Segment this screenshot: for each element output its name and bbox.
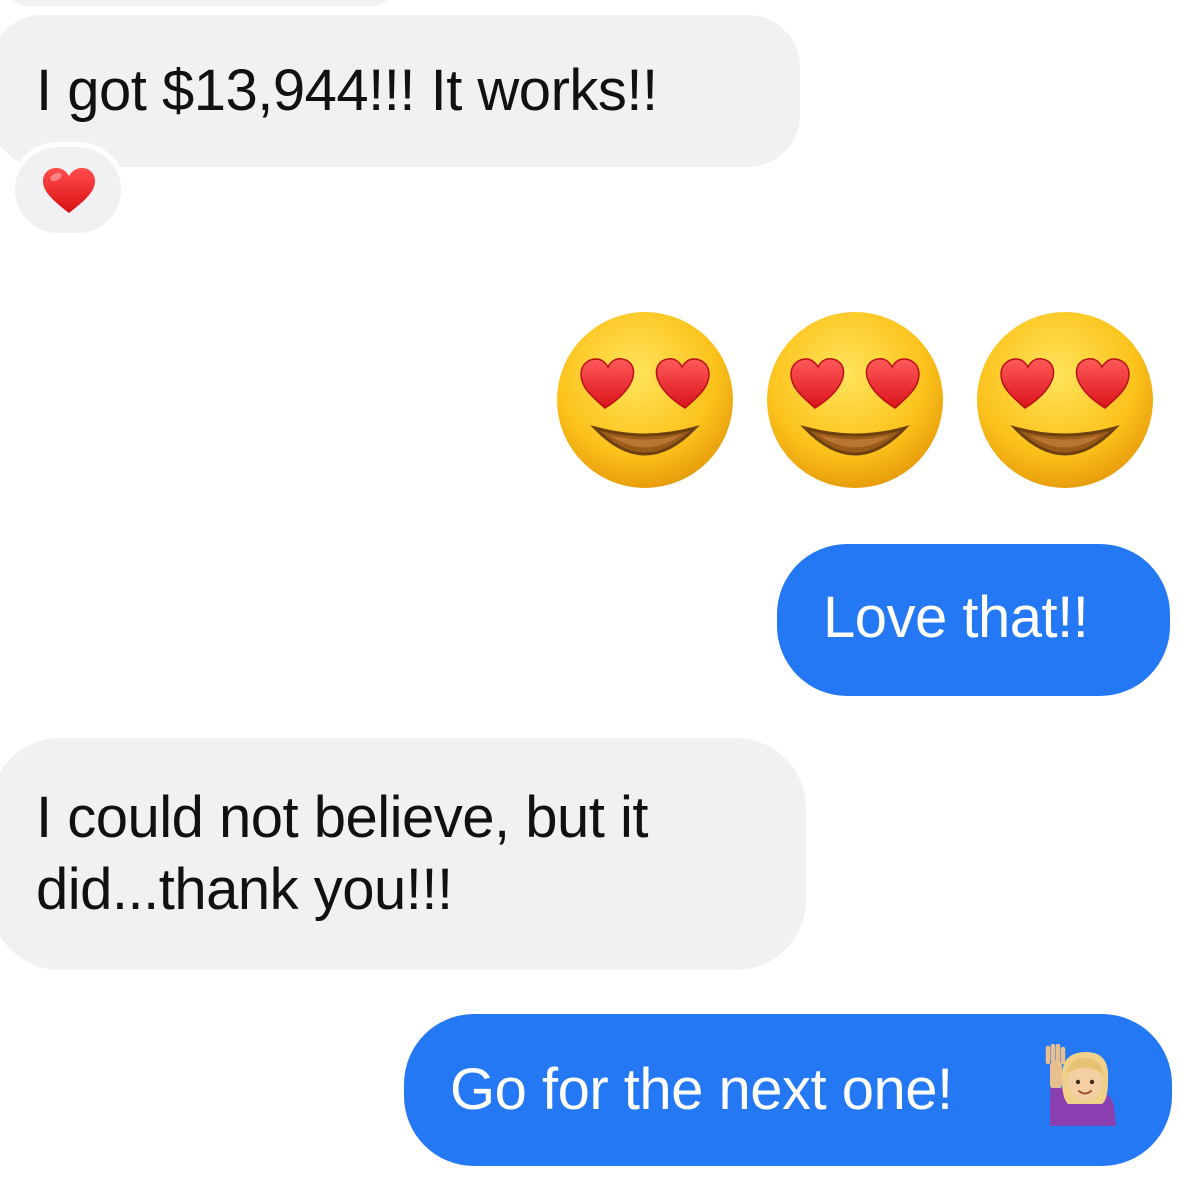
outgoing-message-bubble[interactable]: Go for the next one!	[404, 1014, 1172, 1166]
message-text: Love that!!	[823, 585, 1089, 650]
incoming-message-bubble[interactable]: I got $13,944!!! It works!!	[0, 15, 800, 167]
message-text-line: I could not believe, but it	[36, 785, 649, 850]
emoji-message[interactable]	[555, 310, 1155, 490]
person-raising-hand-icon	[1045, 1044, 1116, 1126]
smiling-face-with-heart-eyes-icon	[767, 312, 943, 488]
incoming-message-bubble[interactable]: I could not believe, but it did...thank …	[0, 738, 806, 970]
message-text: I got $13,944!!! It works!!	[36, 58, 658, 123]
smiling-face-with-heart-eyes-icon	[977, 312, 1153, 488]
red-heart-icon	[43, 168, 95, 213]
outgoing-message-bubble[interactable]: Love that!!	[777, 544, 1170, 696]
smiling-face-with-heart-eyes-icon	[557, 312, 733, 488]
message-text: Go for the next one!	[450, 1057, 953, 1122]
message-text-line: did...thank you!!!	[36, 857, 453, 922]
message-reaction[interactable]	[10, 142, 126, 238]
previous-message-bubble-edge	[0, 0, 400, 6]
